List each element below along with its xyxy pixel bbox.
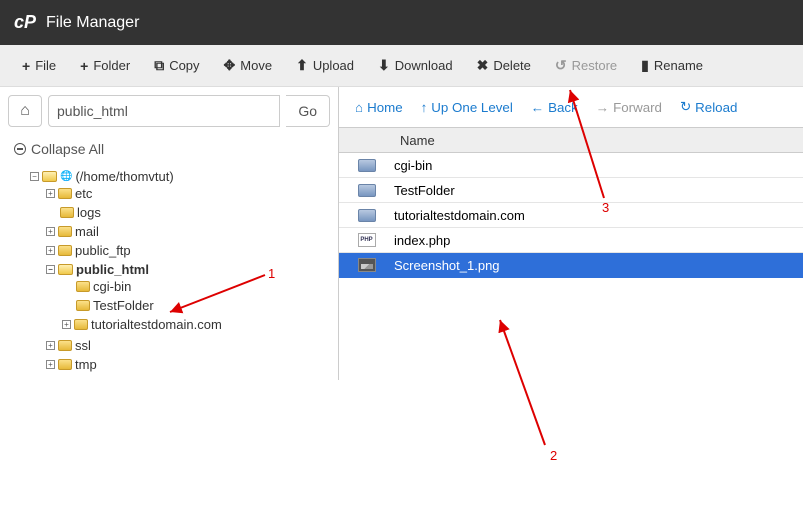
tree-item-public-ftp[interactable]: +public_ftp	[46, 243, 324, 258]
folder-tree: − 🌐 (/home/thomvtut) +etc logs +mail +pu…	[0, 163, 338, 380]
column-name[interactable]: Name	[394, 133, 435, 148]
expand-toggle-icon[interactable]: +	[46, 341, 55, 350]
expand-toggle-icon[interactable]: +	[46, 227, 55, 236]
folder-icon	[58, 226, 72, 237]
sidebar: ⌂ Go Collapse All − 🌐 (/home/thomvtut) +…	[0, 87, 338, 380]
delete-icon: ✖	[477, 57, 489, 74]
tree-item-cgi-bin[interactable]: cgi-bin	[62, 279, 324, 294]
copy-button[interactable]: ⧉Copy	[142, 50, 211, 81]
folder-icon	[58, 188, 72, 199]
file-row-tutdomain[interactable]: tutorialtestdomain.com	[339, 203, 803, 228]
tree-item-tutdomain[interactable]: +tutorialtestdomain.com	[62, 317, 324, 332]
new-file-button[interactable]: +File	[10, 51, 68, 81]
nav-home-button[interactable]: ⌂Home	[349, 96, 409, 119]
folder-icon	[358, 159, 376, 172]
nav-back-button[interactable]: ←Back	[525, 96, 584, 119]
tree-root[interactable]: − 🌐 (/home/thomvtut)	[30, 169, 324, 184]
folder-icon	[58, 359, 72, 370]
folder-icon	[58, 340, 72, 351]
rename-button[interactable]: ▮Rename	[629, 50, 715, 81]
cpanel-logo: cP	[14, 12, 36, 33]
tree-item-ssl[interactable]: +ssl	[46, 338, 324, 353]
folder-icon	[58, 245, 72, 256]
expand-toggle-icon[interactable]: +	[46, 246, 55, 255]
tree-item-tmp[interactable]: +tmp	[46, 357, 324, 372]
folder-icon	[358, 184, 376, 197]
restore-icon: ↺	[555, 57, 567, 74]
folder-icon	[76, 300, 90, 311]
upload-icon: ⬆	[296, 57, 308, 74]
nav-up-button[interactable]: ↑Up One Level	[415, 96, 519, 119]
image-file-icon	[358, 258, 376, 272]
file-row-cgi-bin[interactable]: cgi-bin	[339, 153, 803, 178]
collapse-toggle-icon[interactable]: −	[30, 172, 39, 181]
tree-item-etc[interactable]: +etc	[46, 186, 324, 201]
reload-icon: ↻	[680, 99, 691, 115]
path-bar: ⌂ Go	[0, 87, 338, 135]
collapse-toggle-icon[interactable]: −	[46, 265, 55, 274]
copy-icon: ⧉	[154, 57, 164, 74]
download-button[interactable]: ⬇Download	[366, 50, 465, 81]
home-button[interactable]: ⌂	[8, 95, 42, 127]
tree-item-mail[interactable]: +mail	[46, 224, 324, 239]
back-arrow-icon: ←	[531, 100, 544, 115]
expand-toggle-icon[interactable]: +	[46, 189, 55, 198]
move-button[interactable]: ✥Move	[212, 50, 285, 81]
new-folder-button[interactable]: +Folder	[68, 51, 142, 81]
expand-toggle-icon[interactable]: +	[62, 320, 71, 329]
plus-icon: +	[80, 58, 88, 74]
restore-button[interactable]: ↺Restore	[543, 50, 629, 81]
download-icon: ⬇	[378, 57, 390, 74]
home-icon: ⌂	[20, 102, 30, 120]
file-row-testfolder[interactable]: TestFolder	[339, 178, 803, 203]
rename-icon: ▮	[641, 57, 649, 74]
main-toolbar: +File +Folder ⧉Copy ✥Move ⬆Upload ⬇Downl…	[0, 45, 803, 87]
folder-open-icon	[58, 264, 73, 275]
expand-toggle-icon[interactable]: +	[46, 360, 55, 369]
app-header: cP File Manager	[0, 0, 803, 45]
php-file-icon: PHP	[358, 233, 376, 247]
tree-item-testfolder[interactable]: TestFolder	[62, 298, 324, 313]
upload-button[interactable]: ⬆Upload	[284, 50, 366, 81]
home-folder-icon	[42, 171, 57, 182]
up-arrow-icon: ↑	[421, 100, 428, 115]
nav-reload-button[interactable]: ↻Reload	[674, 95, 743, 119]
annotation-number-2: 2	[550, 448, 557, 463]
nav-bar: ⌂Home ↑Up One Level ←Back →Forward ↻Relo…	[339, 87, 803, 127]
file-list-pane: ⌂Home ↑Up One Level ←Back →Forward ↻Relo…	[338, 87, 803, 380]
home-icon: ⌂	[355, 100, 363, 115]
file-row-index[interactable]: PHPindex.php	[339, 228, 803, 253]
path-input[interactable]	[48, 95, 280, 127]
tree-item-logs[interactable]: logs	[46, 205, 324, 220]
folder-icon	[60, 207, 74, 218]
move-icon: ✥	[224, 57, 236, 74]
collapse-all-button[interactable]: Collapse All	[0, 135, 338, 163]
go-button[interactable]: Go	[286, 95, 330, 127]
app-title: File Manager	[46, 14, 139, 32]
nav-forward-button[interactable]: →Forward	[590, 96, 668, 119]
plus-icon: +	[22, 58, 30, 74]
forward-arrow-icon: →	[596, 100, 609, 115]
collapse-icon	[14, 143, 26, 155]
globe-icon: 🌐	[60, 171, 72, 182]
tree-item-public-html[interactable]: −public_html	[46, 262, 324, 277]
folder-icon	[76, 281, 90, 292]
folder-icon	[358, 209, 376, 222]
folder-icon	[74, 319, 88, 330]
file-row-screenshot[interactable]: Screenshot_1.png	[339, 253, 803, 278]
delete-button[interactable]: ✖Delete	[465, 50, 543, 81]
table-header: Name	[339, 127, 803, 153]
